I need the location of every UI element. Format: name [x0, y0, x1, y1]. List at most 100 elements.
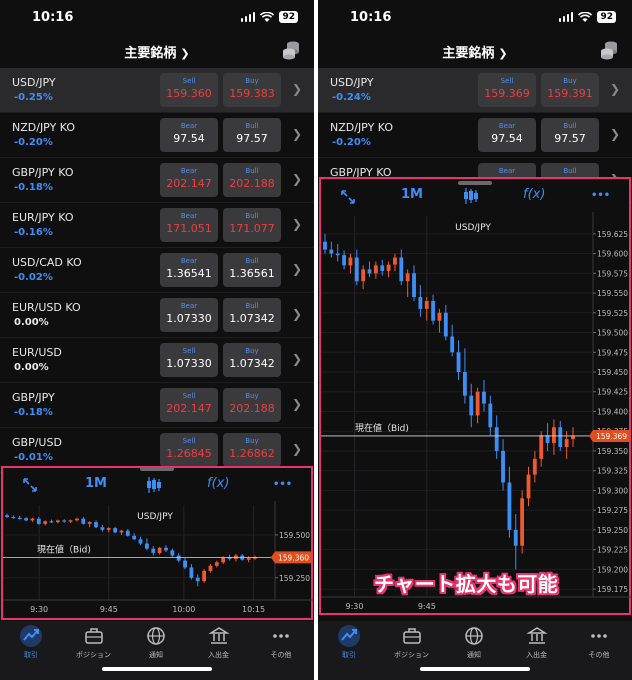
buy-button[interactable]: Buy 1.07342 [223, 343, 281, 377]
price-chart[interactable]: 9:30 9:45 10:00 10:15 159.500 159.250 USD/JPY 現… [3, 501, 313, 618]
sell-button[interactable]: Bear 97.54 [478, 118, 536, 152]
candle-body [113, 528, 118, 533]
period-button[interactable]: 1M [85, 476, 107, 491]
tab-label: 取引 [24, 651, 38, 659]
symbol-group-selector[interactable]: 主要銘柄 ❯ [0, 42, 314, 61]
candlestick-icon[interactable] [146, 476, 162, 494]
rate-row-gbp-jpy[interactable]: GBP/JPY -0.18% Sell 202.147 Buy 202.188 ❯ [0, 383, 314, 428]
y-tick-label: 159.250 [597, 526, 628, 535]
trade-icon [20, 625, 42, 647]
tab-label: 通知 [467, 651, 481, 659]
sell-label: Bear [180, 302, 198, 310]
expand-icon[interactable] [341, 190, 355, 204]
sell-button[interactable]: Bear 202.147 [160, 163, 218, 197]
sell-button[interactable]: Bear 97.54 [160, 118, 218, 152]
sell-label: Bear [498, 167, 516, 175]
chevron-right-icon[interactable]: ❯ [292, 352, 302, 366]
tab-deposit[interactable]: 入出金 [506, 625, 568, 660]
tab-more[interactable]: その他 [250, 625, 312, 660]
coins-icon[interactable] [600, 40, 618, 60]
tab-positions[interactable]: ポジション [63, 625, 125, 660]
drag-handle[interactable] [458, 181, 492, 185]
candle-body [323, 241, 327, 250]
buy-button[interactable]: Bull 171.077 [223, 208, 281, 242]
candle-body [151, 548, 156, 553]
rate-row-usd-jpy[interactable]: USD/JPY -0.24% Sell 159.369 Buy 159.391 ❯ [318, 68, 632, 113]
symbol-group-selector[interactable]: 主要銘柄 ❯ [318, 42, 632, 61]
candle-body [5, 515, 9, 517]
status-time: 10:16 [350, 10, 392, 25]
sell-price: 1.36541 [166, 267, 212, 280]
more-icon[interactable]: ••• [591, 190, 610, 201]
candle-body [11, 516, 16, 519]
buy-button[interactable]: Bull 97.57 [223, 118, 281, 152]
more-icon[interactable]: ••• [273, 479, 292, 490]
chevron-right-icon[interactable]: ❯ [292, 307, 302, 321]
status-bar: 10:16 92 [0, 0, 314, 36]
sell-price: 202.147 [166, 402, 212, 415]
sell-button[interactable]: Bear 171.051 [160, 208, 218, 242]
sell-label: Sell [182, 437, 196, 445]
tab-trade[interactable]: 取引 [0, 625, 62, 660]
rate-row-usd-cad-ko[interactable]: USD/CAD KO -0.02% Bear 1.36541 Bull 1.36561 ❯ [0, 248, 314, 293]
chevron-right-icon[interactable]: ❯ [292, 397, 302, 411]
period-button[interactable]: 1M [401, 187, 423, 202]
y-tick-label: 159.300 [597, 486, 628, 495]
rate-row-eur-usd-ko[interactable]: EUR/USD KO 0.00% Bear 1.07330 Bull 1.07342 ❯ [0, 293, 314, 338]
candle-body [348, 257, 353, 266]
rate-row-nzd-jpy-ko[interactable]: NZD/JPY KO -0.20% Bear 97.54 Bull 97.57 ❯ [318, 113, 632, 158]
sell-button[interactable]: Sell 1.07330 [160, 343, 218, 377]
tab-more[interactable]: その他 [568, 625, 630, 660]
rate-row-eur-usd[interactable]: EUR/USD 0.00% Sell 1.07330 Buy 1.07342 ❯ [0, 338, 314, 383]
buy-button[interactable]: Bull 1.36561 [223, 253, 281, 287]
coins-icon[interactable] [282, 40, 300, 60]
price-chart[interactable]: 9:30 9:45 159.625 159.600 159.575 159.550 159.… [321, 212, 631, 613]
tab-positions[interactable]: ポジション [381, 625, 443, 660]
sell-button[interactable]: Sell 159.369 [478, 73, 536, 107]
buy-price: 1.07342 [229, 357, 275, 370]
sell-price: 97.54 [173, 132, 205, 145]
chevron-right-icon[interactable]: ❯ [292, 262, 302, 276]
buy-button[interactable]: Buy 159.383 [223, 73, 281, 107]
sell-button[interactable]: Bear 1.36541 [160, 253, 218, 287]
tab-deposit[interactable]: 入出金 [188, 625, 250, 660]
chevron-right-icon[interactable]: ❯ [292, 127, 302, 141]
candle-body [405, 273, 410, 282]
sell-button[interactable]: Sell 1.26845 [160, 433, 218, 467]
buy-button[interactable]: Bull 97.57 [541, 118, 599, 152]
indicator-button[interactable]: f(x) [523, 187, 545, 202]
candle-body [373, 265, 378, 274]
chevron-down-icon: ❯ [180, 47, 190, 60]
chevron-right-icon[interactable]: ❯ [292, 442, 302, 456]
chevron-right-icon[interactable]: ❯ [610, 127, 620, 141]
sell-button[interactable]: Bear 1.07330 [160, 298, 218, 332]
buy-button[interactable]: Bull 202.188 [223, 163, 281, 197]
drag-handle[interactable] [140, 467, 174, 471]
buy-button[interactable]: Buy 159.391 [541, 73, 599, 107]
indicator-button[interactable]: f(x) [207, 476, 229, 491]
buy-button[interactable]: Buy 1.26862 [223, 433, 281, 467]
chevron-right-icon[interactable]: ❯ [610, 82, 620, 96]
sell-button[interactable]: Sell 159.360 [160, 73, 218, 107]
chevron-right-icon[interactable]: ❯ [292, 217, 302, 231]
chevron-right-icon[interactable]: ❯ [292, 172, 302, 186]
tab-notifications[interactable]: 通知 [125, 625, 187, 660]
buy-button[interactable]: Bull 1.07342 [223, 298, 281, 332]
chevron-right-icon[interactable]: ❯ [292, 82, 302, 96]
tab-notifications[interactable]: 通知 [443, 625, 505, 660]
expand-icon[interactable] [23, 478, 37, 492]
candlestick-icon[interactable] [463, 187, 479, 205]
rate-row-gbp-jpy-ko[interactable]: GBP/JPY KO -0.18% Bear 202.147 Bull 202.188 ❯ [0, 158, 314, 203]
rate-row-nzd-jpy-ko[interactable]: NZD/JPY KO -0.20% Bear 97.54 Bull 97.57 ❯ [0, 113, 314, 158]
current-price-label: 現在値（Bid) [355, 422, 409, 434]
rate-row-eur-jpy-ko[interactable]: EUR/JPY KO -0.16% Bear 171.051 Bull 171.077 ❯ [0, 203, 314, 248]
candle-body [43, 521, 48, 524]
y-tick-label: 159.175 [597, 585, 628, 594]
current-price-value: 159.360 [278, 553, 309, 562]
annotation-caption: チャート拡大も可能 [374, 572, 559, 596]
buy-button[interactable]: Buy 202.188 [223, 388, 281, 422]
rate-row-usd-jpy[interactable]: USD/JPY -0.25% Sell 159.360 Buy 159.383 ❯ [0, 68, 314, 113]
tab-trade[interactable]: 取引 [318, 625, 380, 660]
sell-button[interactable]: Sell 202.147 [160, 388, 218, 422]
sell-label: Sell [182, 77, 196, 85]
